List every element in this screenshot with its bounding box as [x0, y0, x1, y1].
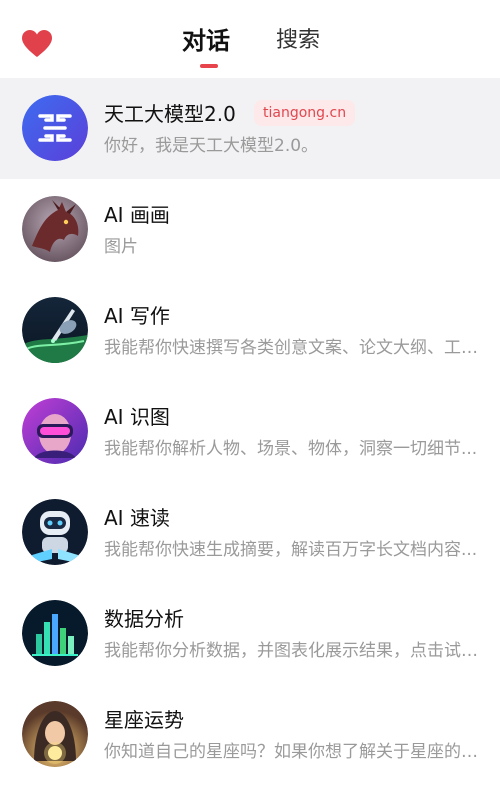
item-subtitle: 图片: [104, 237, 138, 257]
item-title: AI 写作: [104, 304, 170, 328]
heart-icon[interactable]: [22, 30, 52, 58]
top-bar: 对话 搜索: [0, 0, 500, 78]
list-item-data-analysis[interactable]: 数据分析 我能帮你分析数据，并图表化展示结果，点击试试...: [0, 583, 500, 684]
item-subtitle: 我能帮你快速生成摘要，解读百万字长文档内容...: [104, 540, 478, 560]
item-subtitle: 我能帮你分析数据，并图表化展示结果，点击试试...: [104, 641, 484, 661]
list-item-ai-draw[interactable]: AI 画画 图片: [0, 179, 500, 280]
list-item-horoscope[interactable]: 星座运势 你知道自己的星座吗？如果你想了解关于星座的运势...: [0, 684, 500, 785]
item-title: AI 识图: [104, 405, 170, 429]
dragon-artwork-icon: [22, 196, 88, 262]
assistant-list: 天工大模型2.0 tiangong.cn 你好，我是天工大模型2.0。 AI 画…: [0, 78, 500, 808]
tab-chat[interactable]: 对话: [182, 24, 230, 58]
item-title: 天工大模型2.0: [104, 102, 236, 126]
bar-chart-icon: [22, 600, 88, 666]
item-subtitle: 我能帮你解析人物、场景、物体，洞察一切细节...: [104, 439, 478, 459]
item-subtitle: 你好，我是天工大模型2.0。: [104, 136, 319, 156]
item-title: 星座运势: [104, 708, 184, 732]
robot-reading-icon: [22, 499, 88, 565]
pen-hand-icon: [22, 297, 88, 363]
item-subtitle: 你知道自己的星座吗？如果你想了解关于星座的运势...: [104, 742, 484, 762]
list-item-ai-image-recognition[interactable]: AI 识图 我能帮你解析人物、场景、物体，洞察一切细节...: [0, 381, 500, 482]
list-item-ai-speed-read[interactable]: AI 速读 我能帮你快速生成摘要，解读百万字长文档内容...: [0, 482, 500, 583]
active-tab-indicator: [200, 64, 218, 68]
vr-headset-person-icon: [22, 398, 88, 464]
item-title: AI 画画: [104, 203, 170, 227]
tiangong-logo-icon: [22, 95, 88, 161]
hooded-girl-orb-icon: [22, 701, 88, 767]
domain-badge: tiangong.cn: [254, 100, 356, 126]
item-subtitle: 我能帮你快速撰写各类创意文案、论文大纲、工作总结...: [104, 338, 484, 358]
item-title: AI 速读: [104, 506, 170, 530]
tab-search[interactable]: 搜索: [276, 24, 320, 58]
list-item-ai-write[interactable]: AI 写作 我能帮你快速撰写各类创意文案、论文大纲、工作总结...: [0, 280, 500, 381]
list-item-tiangong[interactable]: 天工大模型2.0 tiangong.cn 你好，我是天工大模型2.0。: [0, 78, 500, 179]
item-title: 数据分析: [104, 607, 184, 631]
